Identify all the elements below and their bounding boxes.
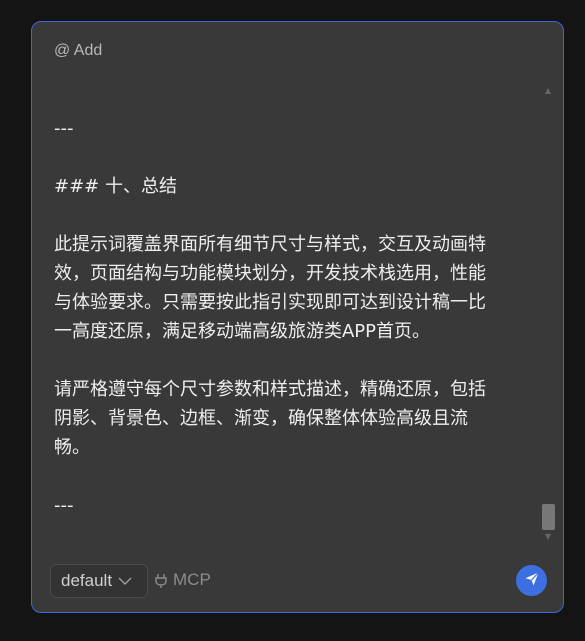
mcp-button[interactable]: MCP	[152, 568, 211, 592]
mode-select-value: default	[61, 571, 113, 590]
chevron-down-icon	[118, 576, 132, 586]
paragraph-line: 一高度还原，满足移动端高级旅游类APP首页。	[54, 321, 431, 342]
paragraph-line: 请严格遵守每个尺寸参数和样式描述，精确还原，包括	[54, 379, 486, 400]
horizontal-rule-text: ---	[54, 495, 74, 516]
mode-select[interactable]: default	[50, 564, 148, 598]
scrollbar-thumb[interactable]	[542, 504, 555, 530]
prompt-textarea[interactable]: --- ### 十、总结 此提示词覆盖界面所有细节尺寸与样式，交互及动画特 效，…	[54, 114, 524, 549]
horizontal-rule-text: ---	[54, 118, 74, 139]
paragraph-line: 此提示词覆盖界面所有细节尺寸与样式，交互及动画特	[54, 234, 486, 255]
mcp-plug-icon	[152, 571, 170, 589]
add-context-mention[interactable]: @ Add	[54, 42, 102, 60]
section-heading-text: ### 十、总结	[54, 176, 177, 197]
scroll-down-arrow-icon[interactable]: ▼	[545, 532, 551, 541]
paragraph-line: 阴影、背景色、边框、渐变，确保整体体验高级且流	[54, 408, 468, 429]
send-icon	[524, 571, 540, 591]
paragraph-line: 效，页面结构与功能模块划分，开发技术栈选用，性能	[54, 263, 486, 284]
paragraph-line: 畅。	[54, 437, 90, 458]
mcp-button-label: MCP	[173, 570, 211, 589]
paragraph-line: 与体验要求。只需要按此指引实现即可达到设计稿一比	[54, 292, 486, 313]
send-button[interactable]	[516, 565, 547, 596]
chat-composer: @ Add ▲ --- ### 十、总结 此提示词覆盖界面所有细节尺寸与样式，交…	[31, 21, 564, 613]
scroll-up-arrow-icon[interactable]: ▲	[545, 86, 551, 95]
